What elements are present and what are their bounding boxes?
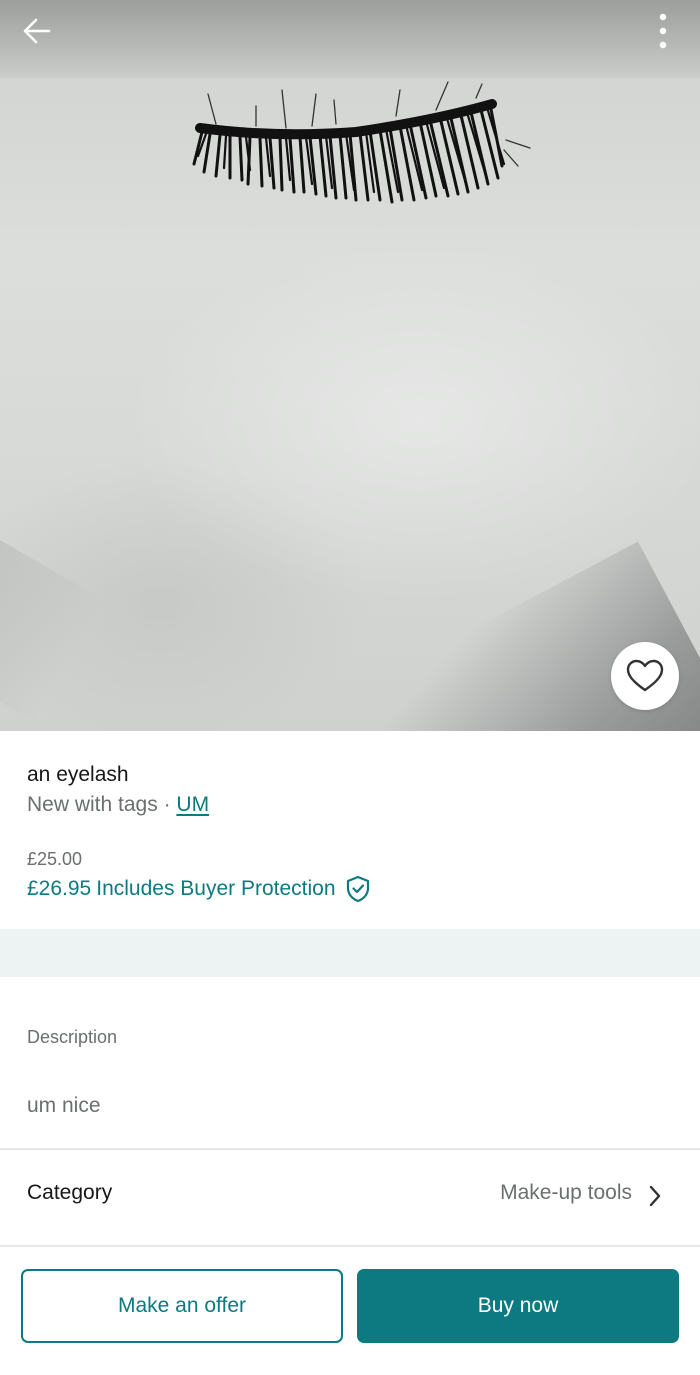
category-label: Category bbox=[27, 1181, 113, 1204]
chevron-right-icon bbox=[649, 1185, 661, 1207]
buyer-protection-label: Includes Buyer Protection bbox=[96, 877, 336, 900]
make-offer-button[interactable]: Make an offer bbox=[21, 1269, 343, 1343]
item-meta: New with tags · UM bbox=[27, 793, 209, 817]
item-photo[interactable] bbox=[0, 0, 700, 731]
buyer-protection-price[interactable]: £26.95 Includes Buyer Protection bbox=[27, 875, 371, 903]
favourite-button[interactable] bbox=[611, 642, 679, 710]
listing-info: an eyelash New with tags · UM £25.00 £26… bbox=[0, 731, 700, 929]
shield-check-icon bbox=[345, 875, 371, 903]
more-vertical-icon bbox=[659, 13, 667, 49]
action-bar: Make an offer Buy now bbox=[0, 1247, 700, 1375]
eyelash-image bbox=[192, 81, 531, 204]
heart-icon bbox=[626, 659, 664, 692]
brand-link[interactable]: UM bbox=[176, 793, 209, 816]
category-row[interactable]: Category Make-up tools bbox=[0, 1150, 700, 1245]
description-text: um nice bbox=[27, 1094, 101, 1117]
description-section: Description um nice bbox=[0, 977, 700, 1148]
photo-top-shadow bbox=[0, 0, 700, 78]
item-price: £25.00 bbox=[27, 849, 83, 869]
item-condition: New with tags bbox=[27, 793, 158, 816]
category-value: Make-up tools bbox=[500, 1181, 632, 1204]
description-label: Description bbox=[27, 1027, 118, 1047]
total-price: £26.95 bbox=[27, 877, 92, 900]
item-title: an eyelash bbox=[27, 763, 129, 786]
photo-fabric-fold-left bbox=[0, 520, 105, 722]
buy-now-button[interactable]: Buy now bbox=[357, 1269, 679, 1343]
back-arrow-icon bbox=[23, 18, 51, 44]
section-spacer bbox=[0, 929, 700, 977]
back-button[interactable] bbox=[14, 8, 60, 54]
more-options-button[interactable] bbox=[640, 8, 686, 54]
meta-separator: · bbox=[163, 793, 171, 816]
